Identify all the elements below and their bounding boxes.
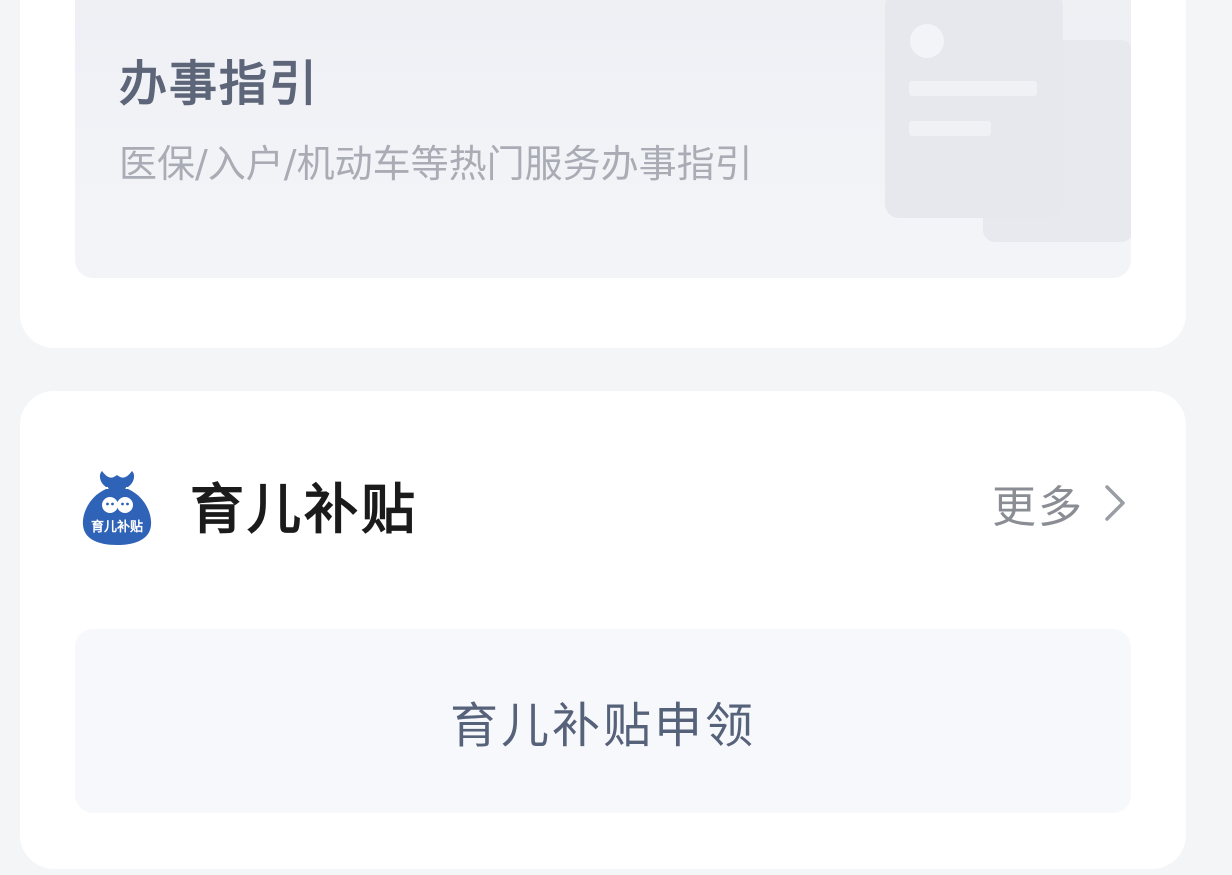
childcare-header: 育儿补贴 育儿补贴 更多 xyxy=(20,453,1186,553)
apply-subsidy-label: 育儿补贴申领 xyxy=(449,698,756,754)
guide-subtitle: 医保/入户/机动车等热门服务办事指引 xyxy=(119,142,753,186)
guide-tile[interactable]: 办事指引 医保/入户/机动车等热门服务办事指引 xyxy=(75,0,1131,278)
apply-subsidy-button[interactable]: 育儿补贴申领 xyxy=(75,629,1131,813)
guide-title: 办事指引 xyxy=(119,56,320,112)
more-link[interactable]: 更多 xyxy=(992,473,1128,533)
chevron-right-icon xyxy=(1105,485,1125,521)
guide-card: 办事指引 医保/入户/机动车等热门服务办事指引 xyxy=(20,0,1186,348)
document-card-icon xyxy=(885,0,1131,242)
childcare-card: 育儿补贴 育儿补贴 更多 育儿补贴申领 xyxy=(20,391,1186,869)
page: 办事指引 医保/入户/机动车等热门服务办事指引 育儿补贴 育儿补贴 更多 育儿补… xyxy=(0,0,1232,875)
money-bag-logo-icon: 育儿补贴 xyxy=(82,471,152,545)
section-title: 育儿补贴 xyxy=(190,478,418,541)
logo-text: 育儿补贴 xyxy=(91,519,143,535)
more-label: 更多 xyxy=(992,482,1084,533)
